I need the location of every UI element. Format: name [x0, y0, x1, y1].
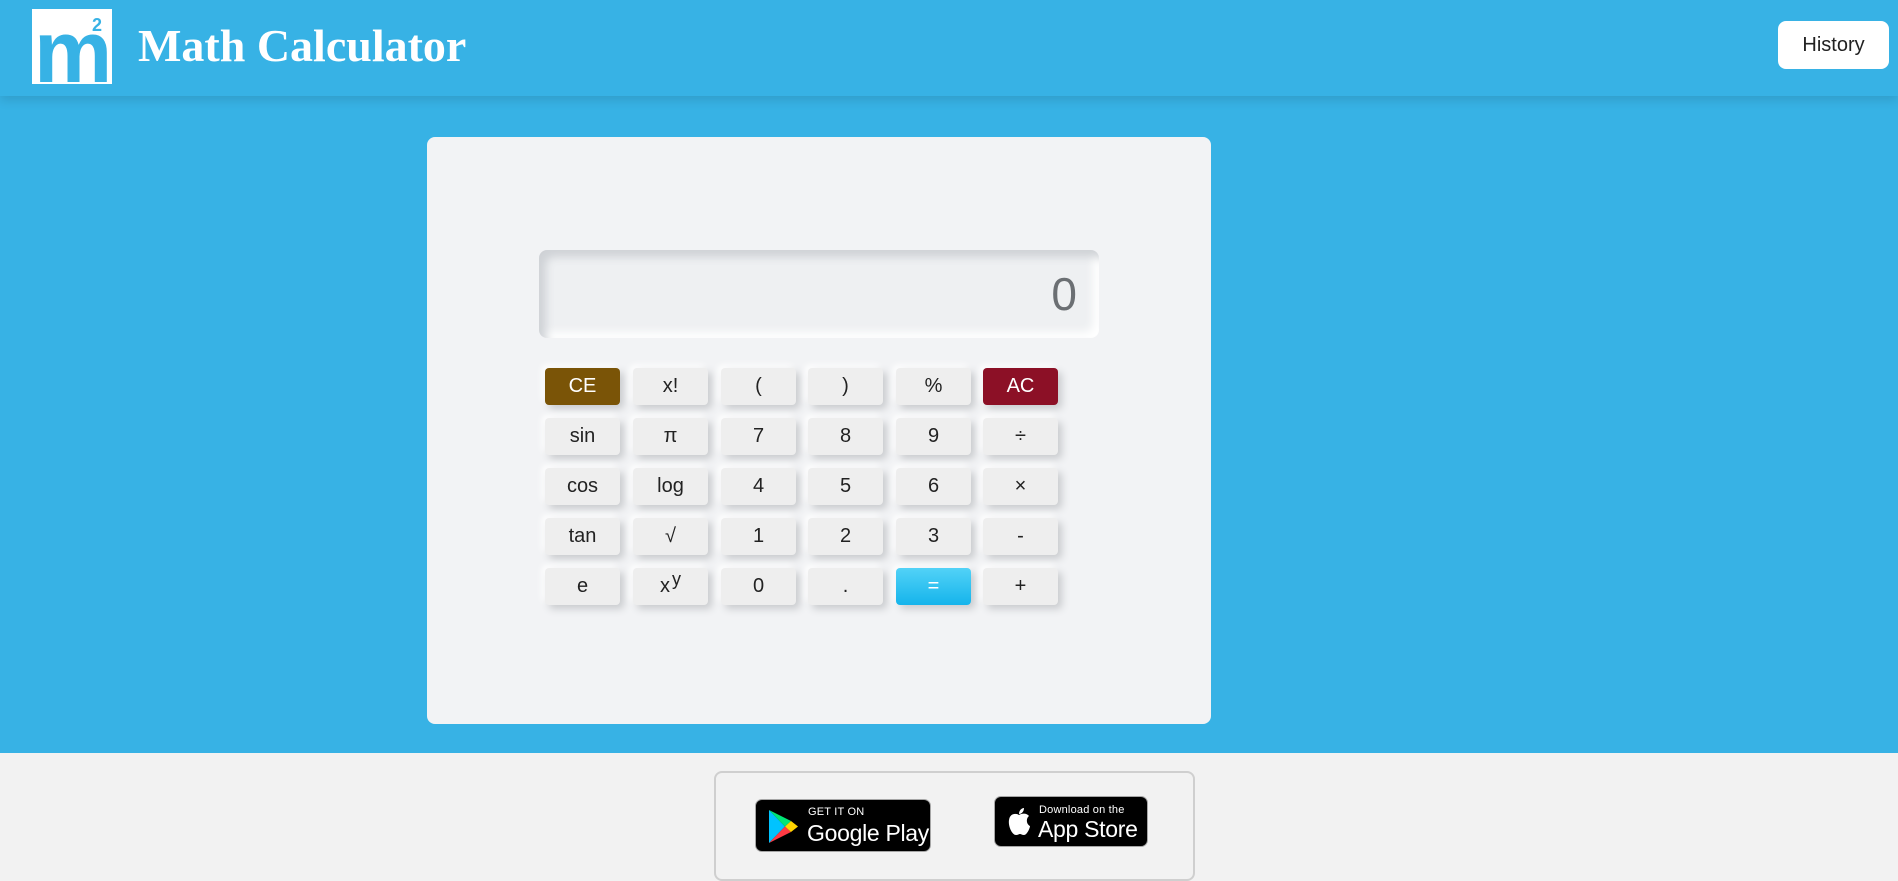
key-4[interactable]: 4 [721, 468, 796, 505]
key-3[interactable]: 3 [896, 518, 971, 555]
top-header: m 2 Math Calculator History [0, 0, 1898, 96]
app-store-badge[interactable]: Download on the App Store [994, 796, 1148, 847]
key-multiply[interactable]: × [983, 468, 1058, 505]
google-play-big-text: Google Play [807, 820, 929, 846]
key-subtract[interactable]: - [983, 518, 1058, 555]
calculator-card: 0 CE x! ( ) % AC sin π 7 8 9 ÷ cos log 4… [427, 137, 1211, 724]
key-2[interactable]: 2 [808, 518, 883, 555]
apple-icon [1008, 808, 1030, 835]
key-power-exponent: y [672, 569, 681, 589]
google-play-icon [769, 810, 798, 843]
key-clear-entry[interactable]: CE [545, 368, 620, 405]
key-power[interactable]: xy [633, 568, 708, 605]
history-button[interactable]: History [1778, 21, 1889, 69]
key-divide[interactable]: ÷ [983, 418, 1058, 455]
key-cos[interactable]: cos [545, 468, 620, 505]
key-tan[interactable]: tan [545, 518, 620, 555]
app-title: Math Calculator [138, 20, 467, 71]
key-1[interactable]: 1 [721, 518, 796, 555]
key-decimal[interactable]: . [808, 568, 883, 605]
key-0[interactable]: 0 [721, 568, 796, 605]
app-store-big-text: App Store [1038, 816, 1138, 842]
key-sin[interactable]: sin [545, 418, 620, 455]
google-play-small-text: GET IT ON [808, 806, 865, 818]
key-close-paren[interactable]: ) [808, 368, 883, 405]
svg-text:2: 2 [92, 15, 102, 35]
key-all-clear[interactable]: AC [983, 368, 1058, 405]
key-5[interactable]: 5 [808, 468, 883, 505]
app-store-small-text: Download on the [1039, 804, 1125, 816]
calculator-display: 0 [539, 250, 1099, 338]
key-8[interactable]: 8 [808, 418, 883, 455]
google-play-badge[interactable]: GET IT ON Google Play [755, 799, 931, 852]
key-factorial[interactable]: x! [633, 368, 708, 405]
key-open-paren[interactable]: ( [721, 368, 796, 405]
app-store-badges: GET IT ON Google Play Download on the Ap… [714, 771, 1195, 881]
key-square-root[interactable]: √ [633, 518, 708, 555]
key-9[interactable]: 9 [896, 418, 971, 455]
key-add[interactable]: + [983, 568, 1058, 605]
key-euler[interactable]: e [545, 568, 620, 605]
key-percent[interactable]: % [896, 368, 971, 405]
key-log[interactable]: log [633, 468, 708, 505]
key-pi[interactable]: π [633, 418, 708, 455]
key-7[interactable]: 7 [721, 418, 796, 455]
key-6[interactable]: 6 [896, 468, 971, 505]
m-squared-logo-icon[interactable]: m 2 [32, 9, 112, 84]
key-power-base: x [660, 575, 670, 597]
key-equals[interactable]: = [896, 568, 971, 605]
